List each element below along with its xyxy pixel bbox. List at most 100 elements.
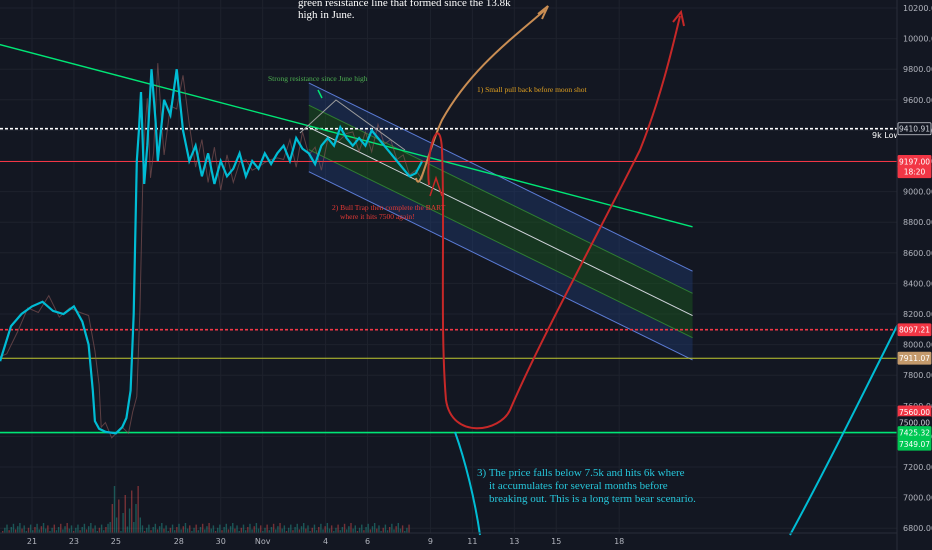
volume-bar (369, 529, 372, 533)
volume-bar (199, 527, 202, 533)
y-axis: 6800.007000.007200.007400.007600.007800.… (896, 0, 932, 550)
scenario3-label-line3: breaking out. This is a long term bear s… (489, 493, 696, 505)
volume-bar (139, 517, 141, 533)
volume-bar (100, 524, 103, 533)
volume-bar (68, 528, 71, 533)
y-tick-label: 8000.00 (903, 341, 932, 350)
x-tick-label: 15 (551, 537, 561, 546)
volume-bar (346, 529, 348, 533)
volume-bar (118, 499, 120, 533)
volume-bar (264, 527, 266, 533)
volume-bar (281, 528, 283, 533)
volume-bar (266, 524, 268, 533)
volume-bar (313, 524, 316, 533)
volume-bar (251, 529, 253, 533)
price-tag-label: 7425.32 (899, 429, 930, 438)
y-tick-label: 8600.00 (903, 249, 932, 258)
volume-bar (29, 524, 32, 533)
price-tag-label: 9197.00 (899, 157, 930, 166)
scenario1-label: 1) Small pull back before moon shot (477, 85, 587, 94)
price-chart[interactable]: green resistance line that formed since … (0, 0, 932, 550)
volume-bar (64, 526, 66, 533)
x-tick-label: 28 (174, 537, 184, 546)
volume-bar (225, 523, 227, 533)
volume-bar (193, 527, 195, 533)
volume-bar (354, 525, 356, 533)
volume-bar (146, 527, 148, 533)
9k-low-label: 9k Low (872, 131, 900, 140)
y-tick-label: 8800.00 (903, 218, 932, 227)
volume-bar (257, 528, 260, 533)
volume-bar (384, 524, 387, 533)
volume-bar (88, 526, 90, 533)
volume-bar (270, 527, 273, 533)
volume-bar (232, 523, 234, 533)
y-tick-label: 7000.00 (903, 494, 932, 503)
volume-bar (152, 527, 154, 533)
y-tick-label: 9600.00 (903, 96, 932, 105)
volume-bar (298, 529, 301, 533)
volume-bar (311, 527, 313, 533)
volume-bar (94, 525, 96, 533)
volume-bar (47, 525, 49, 533)
volume-bar (389, 527, 391, 533)
volume-bar (133, 522, 135, 533)
volume-bar (75, 527, 77, 533)
y-tick-label: 10200.00 (903, 4, 932, 13)
volume-bar (343, 523, 346, 533)
volume-bar (137, 486, 139, 533)
volume-bar (208, 523, 210, 533)
volume-bar (92, 528, 94, 533)
volume-bar (19, 523, 21, 533)
volume-bar (12, 523, 15, 533)
volume-bar (83, 523, 86, 533)
volume-bar (62, 529, 64, 533)
x-tick-label: 9 (428, 537, 433, 546)
y-tick-label: 7200.00 (903, 463, 932, 472)
volume-bar (242, 524, 245, 533)
volume-bar (236, 525, 238, 533)
volume-bar (373, 523, 376, 533)
volume-bar (303, 523, 305, 533)
volume-bar (154, 523, 157, 533)
volume-bar (40, 526, 43, 533)
volume-bar (358, 527, 361, 533)
volume-bar (376, 528, 378, 533)
volume-bar (115, 517, 118, 533)
volume-bar (178, 523, 180, 533)
volume-bar (45, 528, 47, 533)
volume-bar (279, 523, 281, 533)
price-tag-label: 18:20 (904, 168, 926, 177)
volume-bar (290, 524, 292, 533)
y-tick-label: 8400.00 (903, 279, 932, 288)
volume-bar (14, 529, 17, 533)
y-tick-label: 10000.00 (903, 35, 932, 44)
volume-bar (204, 529, 206, 533)
volume-bar (122, 513, 124, 533)
y-tick-label: 9800.00 (903, 65, 932, 74)
volume-bar (307, 525, 309, 533)
volume-bar (210, 528, 212, 533)
volume-bar (272, 523, 275, 533)
volume-bar (206, 526, 208, 533)
x-tick-label: 6 (365, 537, 370, 546)
volume-bar (77, 524, 79, 533)
y-tick-label: 7800.00 (903, 371, 932, 380)
scenario3-label-line1: 3) The price falls below 7.5k and hits 6… (477, 467, 685, 479)
volume-bar (255, 523, 258, 533)
volume-bar (260, 525, 262, 533)
volume-bar (34, 527, 36, 533)
volume-bar (371, 526, 374, 533)
volume-bar (397, 523, 399, 533)
volume-bar (135, 504, 137, 533)
volume-bar (195, 524, 197, 533)
volume-bar (341, 527, 344, 533)
x-tick-label: 18 (614, 537, 624, 546)
volume-bar (330, 525, 333, 533)
volume-bar (128, 508, 131, 533)
volume-bar (348, 526, 350, 533)
volume-bar (51, 527, 53, 533)
volume-bar (148, 524, 150, 533)
volume-bar (180, 529, 182, 533)
volume-bar (124, 495, 126, 533)
